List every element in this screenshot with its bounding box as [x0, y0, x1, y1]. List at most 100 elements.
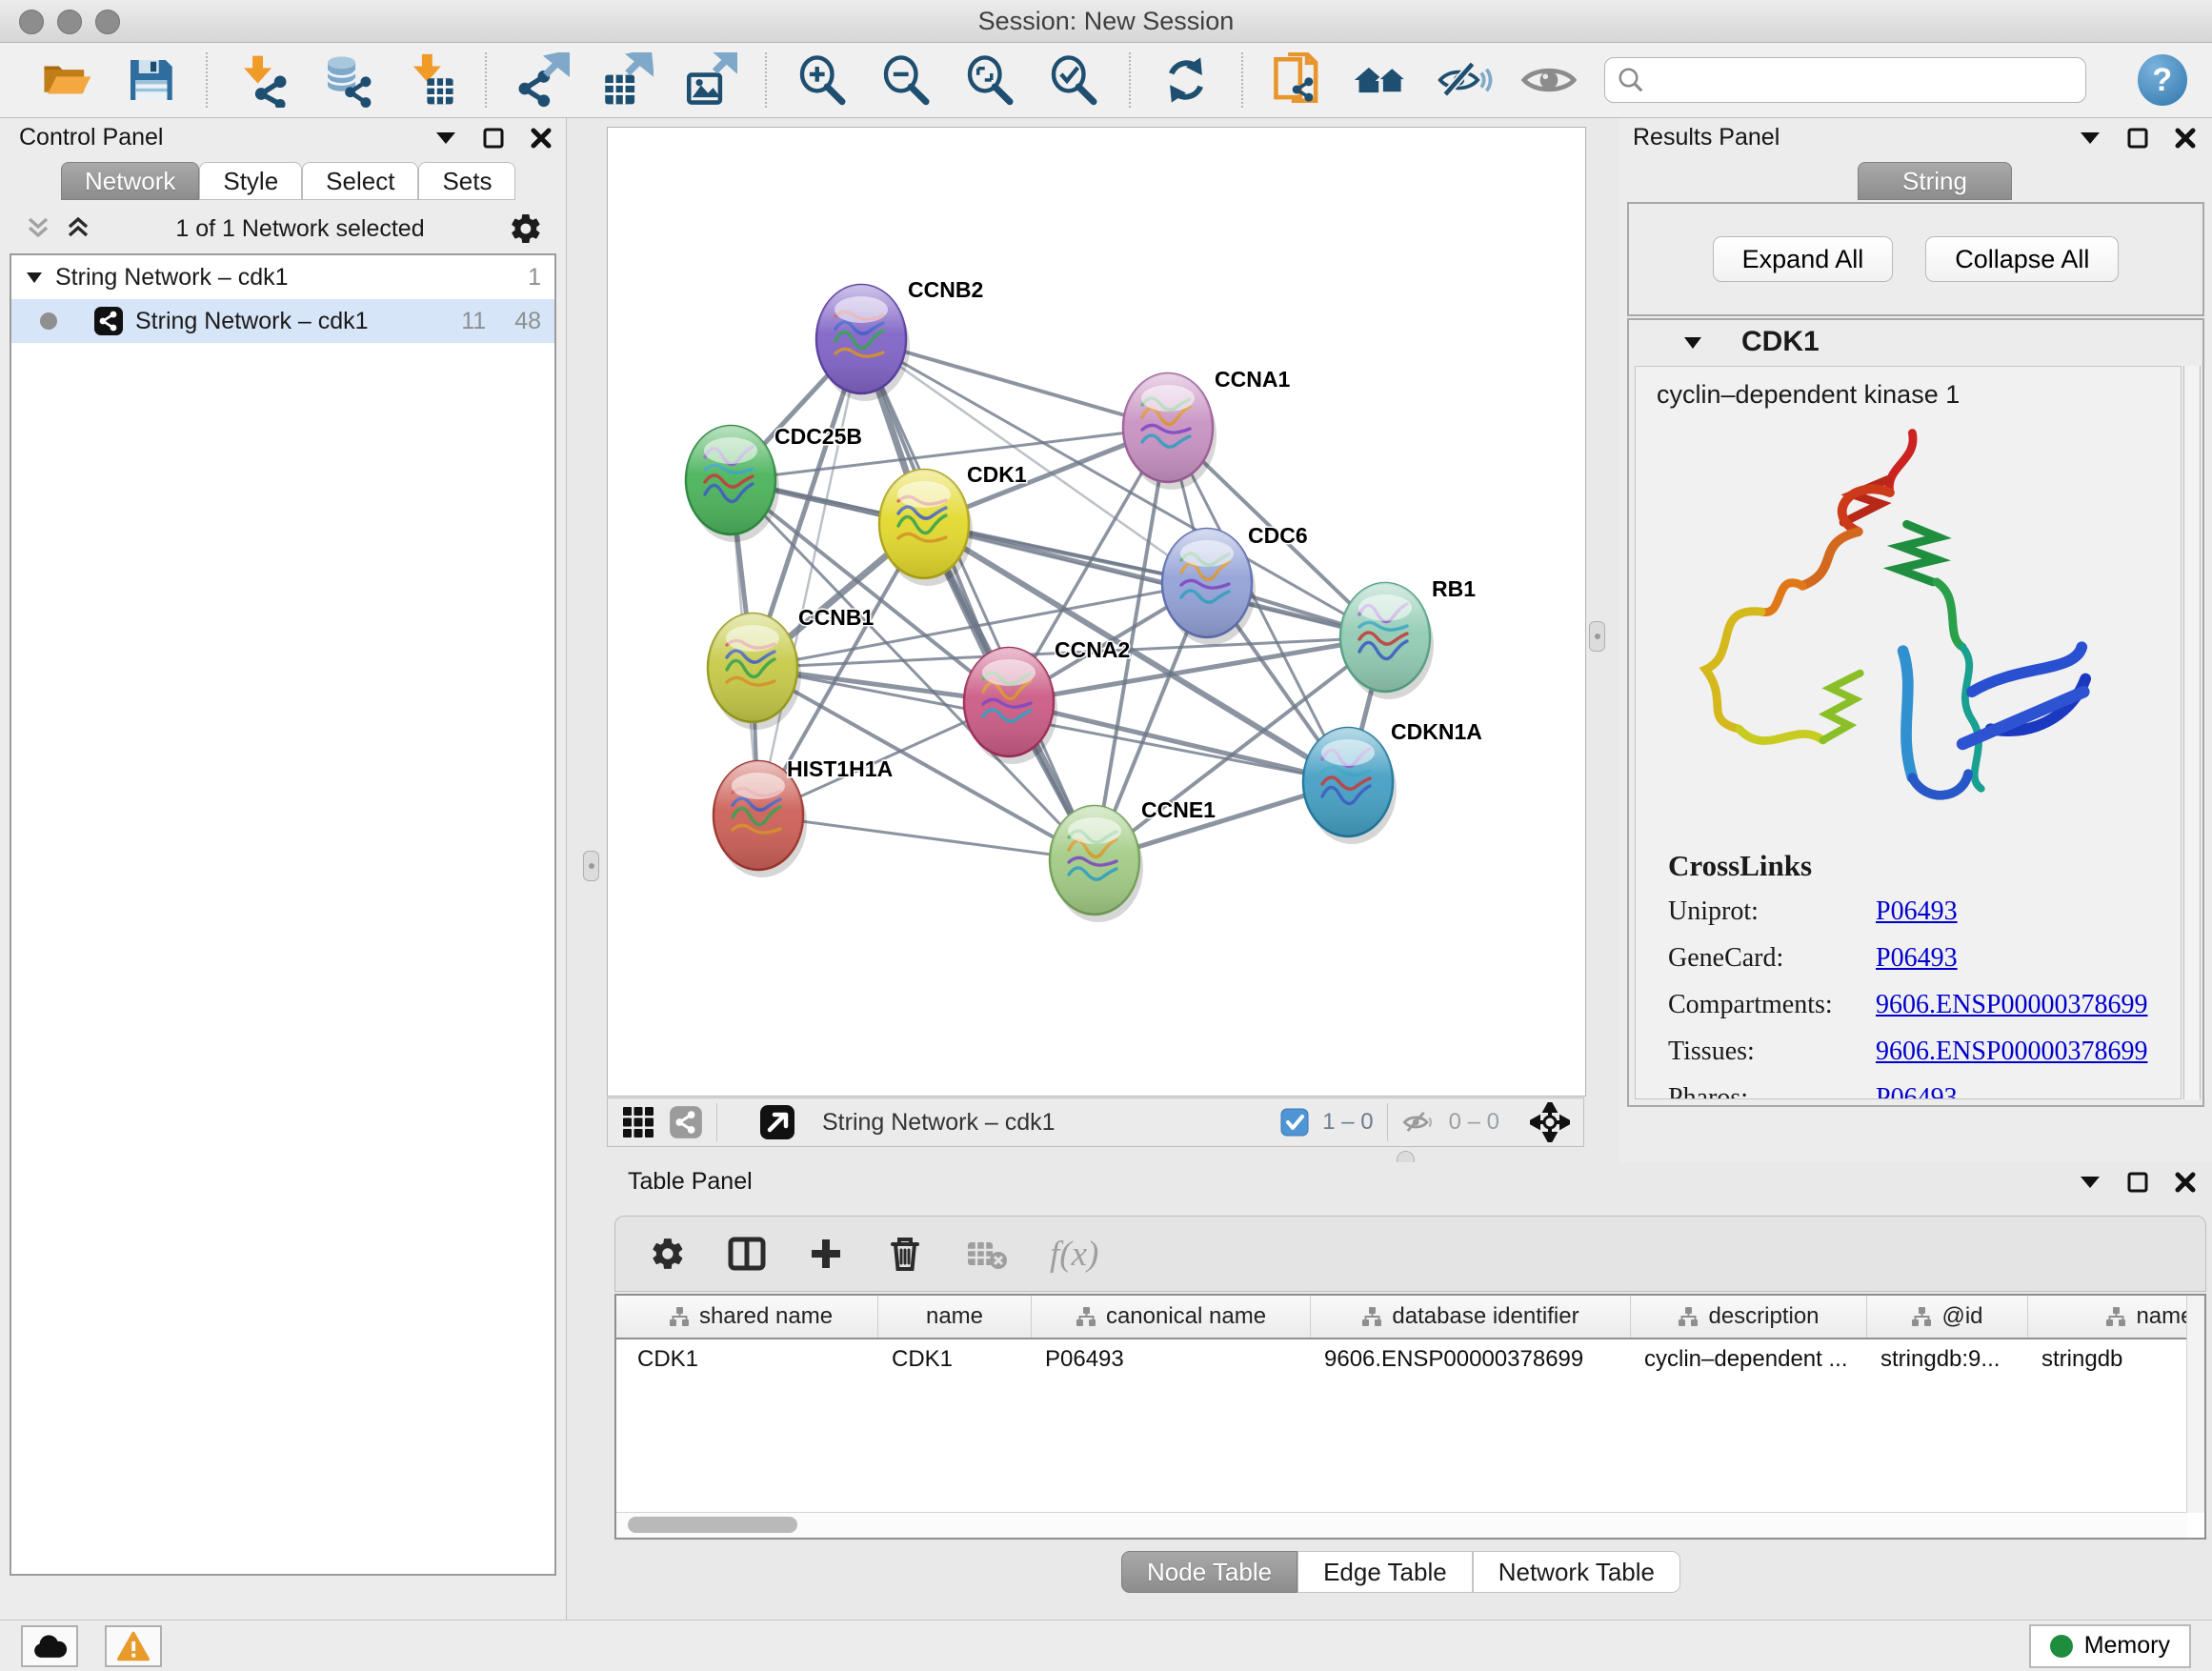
- zoom-selected-button[interactable]: [1045, 50, 1102, 110]
- network-node-CCNA2[interactable]: CCNA2: [964, 637, 1130, 764]
- network-node-CDK1[interactable]: CDK1: [879, 462, 1027, 586]
- gear-icon[interactable]: [509, 211, 543, 246]
- right-splitter-handle[interactable]: [1589, 621, 1605, 652]
- delete-column-icon[interactable]: [886, 1235, 924, 1273]
- left-splitter-handle[interactable]: [583, 851, 599, 881]
- tab-edge-table[interactable]: Edge Table: [1297, 1551, 1473, 1593]
- open-session-button[interactable]: [38, 50, 95, 110]
- selected-checkbox-icon[interactable]: [1280, 1108, 1309, 1137]
- network-node-CDC6[interactable]: CDC6: [1162, 523, 1308, 645]
- tab-node-table[interactable]: Node Table: [1121, 1551, 1297, 1593]
- memory-button[interactable]: Memory: [2029, 1624, 2191, 1668]
- network-node-RB1[interactable]: RB1: [1340, 576, 1476, 699]
- import-network-database-button[interactable]: [318, 50, 375, 110]
- crosslink-link[interactable]: P06493: [1876, 896, 2147, 927]
- network-node-CCNB1[interactable]: CCNB1: [708, 605, 874, 730]
- crosslink-link[interactable]: 9606.ENSP00000378699: [1876, 1037, 2147, 1067]
- column-header-database-identifier[interactable]: database identifier: [1311, 1296, 1631, 1338]
- scrollbar-thumb[interactable]: [628, 1517, 797, 1533]
- table-cell[interactable]: P06493: [1032, 1346, 1311, 1373]
- hide-graphics-button[interactable]: [1437, 50, 1494, 110]
- column-header-description[interactable]: description: [1631, 1296, 1867, 1338]
- tab-network[interactable]: Network: [61, 162, 199, 200]
- warning-status-button[interactable]: [105, 1625, 162, 1667]
- table-cell[interactable]: stringdb:9...: [1867, 1346, 2028, 1373]
- network-canvas[interactable]: CCNB2CCNA1CDC25BCDK1CDC6RB1CCNB1CCNA2CDK…: [607, 127, 1586, 1097]
- close-panel-icon[interactable]: [530, 127, 553, 150]
- control-panel-tabs: Network Style Select Sets: [61, 162, 515, 200]
- apply-layout-button[interactable]: [1157, 50, 1215, 110]
- import-network-file-button[interactable]: [234, 50, 292, 110]
- new-network-from-selection-button[interactable]: [1270, 50, 1327, 110]
- close-panel-icon[interactable]: [2174, 1171, 2197, 1194]
- expand-all-button[interactable]: Expand All: [1713, 236, 1894, 282]
- zoom-out-button[interactable]: [877, 50, 935, 110]
- show-graphics-button[interactable]: [1520, 50, 1578, 110]
- hidden-eye-slash-icon[interactable]: [1401, 1105, 1436, 1139]
- table-horizontal-scrollbar[interactable]: [616, 1512, 2187, 1538]
- table-row[interactable]: CDK1CDK1P064939606.ENSP00000378699cyclin…: [616, 1339, 2204, 1379]
- gene-section-header[interactable]: CDK1: [1629, 320, 2202, 364]
- network-collection-row[interactable]: String Network – cdk1 1: [11, 255, 554, 299]
- add-column-icon[interactable]: [808, 1236, 844, 1272]
- export-table-button[interactable]: [597, 50, 654, 110]
- tab-network-table[interactable]: Network Table: [1473, 1551, 1680, 1593]
- column-header-name[interactable]: name: [878, 1296, 1032, 1338]
- table-cell[interactable]: CDK1: [624, 1346, 878, 1373]
- double-home-button[interactable]: [1353, 50, 1410, 110]
- zoom-fit-button[interactable]: [961, 50, 1018, 110]
- export-image-button[interactable]: [681, 50, 738, 110]
- column-header-shared-name[interactable]: shared name: [624, 1296, 878, 1338]
- crosslink-link[interactable]: 9606.ENSP00000378699: [1876, 990, 2147, 1020]
- crosslink-link[interactable]: P06493: [1876, 1083, 2147, 1099]
- zoom-in-button[interactable]: [794, 50, 851, 110]
- maximize-panel-icon[interactable]: [2126, 1171, 2149, 1194]
- float-panel-icon[interactable]: [434, 130, 457, 147]
- tab-select[interactable]: Select: [302, 162, 418, 200]
- search-input[interactable]: [1653, 66, 2073, 95]
- close-panel-icon[interactable]: [2174, 127, 2197, 150]
- cloud-status-button[interactable]: [21, 1625, 78, 1667]
- table-cell[interactable]: stringdb: [2028, 1346, 2206, 1373]
- network-view-icon[interactable]: [669, 1105, 703, 1139]
- collapse-all-button[interactable]: Collapse All: [1925, 236, 2119, 282]
- network-row[interactable]: String Network – cdk1 11 48: [11, 299, 554, 343]
- detach-view-icon[interactable]: [759, 1104, 795, 1140]
- expander-icon[interactable]: [25, 270, 44, 285]
- table-cell[interactable]: CDK1: [878, 1346, 1032, 1373]
- tab-sets[interactable]: Sets: [418, 162, 515, 200]
- show-columns-icon[interactable]: [728, 1235, 766, 1273]
- network-node-CDKN1A[interactable]: CDKN1A: [1303, 719, 1482, 844]
- tab-style[interactable]: Style: [199, 162, 302, 200]
- grid-view-icon[interactable]: [621, 1105, 655, 1139]
- maximize-panel-icon[interactable]: [482, 127, 505, 150]
- results-scrollbar[interactable]: [2183, 366, 2201, 1099]
- tab-string[interactable]: String: [1858, 162, 2012, 200]
- column-header--id[interactable]: @id: [1867, 1296, 2028, 1338]
- table-settings-gear-icon[interactable]: [650, 1236, 686, 1272]
- column-header-namespace[interactable]: namespace: [2028, 1296, 2206, 1338]
- help-button[interactable]: ?: [2138, 54, 2188, 106]
- network-node-CCNE1[interactable]: CCNE1: [1050, 797, 1216, 922]
- float-panel-icon[interactable]: [2079, 1174, 2101, 1191]
- network-node-HIST1H1A[interactable]: HIST1H1A: [714, 756, 893, 877]
- string-network-graph[interactable]: CCNB2CCNA1CDC25BCDK1CDC6RB1CCNB1CCNA2CDK…: [608, 128, 1585, 1096]
- pan-crosshair-icon[interactable]: [1530, 1102, 1570, 1142]
- collapse-networks-icon[interactable]: [25, 215, 51, 242]
- save-session-button[interactable]: [122, 50, 179, 110]
- export-network-button[interactable]: [513, 50, 571, 110]
- network-node-CCNB2[interactable]: CCNB2: [816, 277, 983, 401]
- network-node-CCNA1[interactable]: CCNA1: [1123, 367, 1290, 490]
- expand-networks-icon[interactable]: [65, 215, 91, 242]
- table-cell[interactable]: 9606.ENSP00000378699: [1311, 1346, 1631, 1373]
- column-header-canonical-name[interactable]: canonical name: [1032, 1296, 1311, 1338]
- node-table[interactable]: shared namenamecanonical namedatabase id…: [614, 1294, 2206, 1540]
- toolbar-separator: [1241, 52, 1243, 108]
- table-vertical-scrollbar[interactable]: [2186, 1296, 2204, 1513]
- float-panel-icon[interactable]: [2079, 130, 2101, 147]
- import-table-button[interactable]: [402, 50, 459, 110]
- section-expander-icon[interactable]: [1682, 334, 1703, 351]
- crosslink-link[interactable]: P06493: [1876, 943, 2147, 974]
- table-cell[interactable]: cyclin–dependent ...: [1631, 1346, 1867, 1373]
- maximize-panel-icon[interactable]: [2126, 127, 2149, 150]
